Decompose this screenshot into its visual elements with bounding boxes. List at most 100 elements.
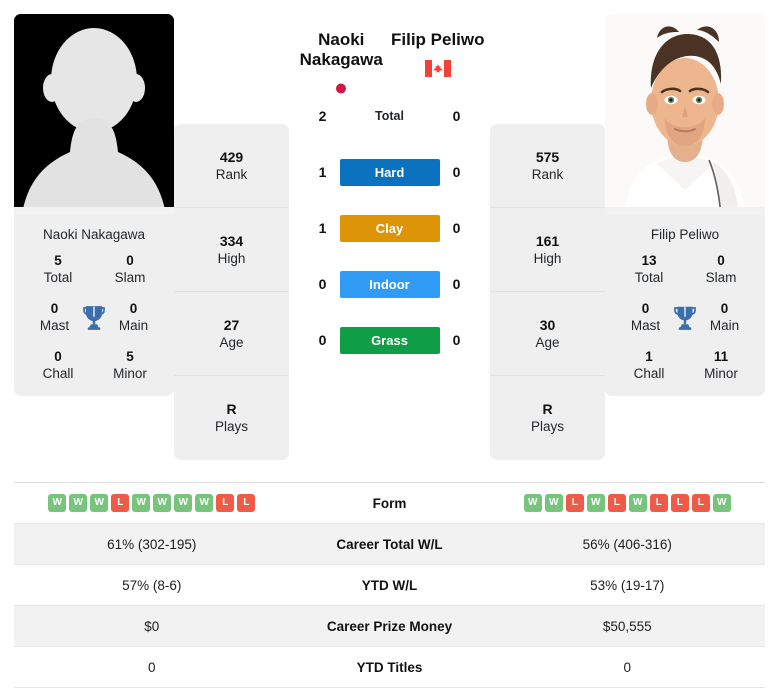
left-titles-total-label: Total — [43, 270, 73, 286]
left-titles-main: 0 Main — [109, 301, 158, 335]
right-titles-main-label: Main — [709, 317, 740, 333]
right-ytd-wl: 53% (19-17) — [590, 577, 665, 593]
h2h-indoor-right-score: 0 — [452, 276, 461, 292]
left-titles-minor-label: Minor — [113, 365, 147, 381]
right-player-name-block[interactable]: Filip Peliwo — [390, 14, 487, 82]
right-stat-age-value: 30 — [539, 316, 556, 333]
form-badge-w: W — [48, 494, 67, 512]
form-badge-w: W — [544, 494, 563, 512]
h2h-grass-left-score: 0 — [318, 332, 327, 348]
right-player-card[interactable]: Filip Peliwo 13 Total 0 Slam 0 Mast 0 Ma… — [605, 14, 765, 397]
right-ytd-titles: 0 — [623, 659, 631, 675]
left-stat-rank-value: 429 — [219, 148, 244, 165]
form-badge-l: L — [691, 494, 710, 512]
right-titles-grid: 13 Total 0 Slam 0 Mast 0 Main 1 Chall 11… — [605, 253, 765, 396]
left-player-photo-name: Naoki Nakagawa — [42, 227, 146, 242]
surface-pill-grass[interactable]: Grass — [339, 326, 440, 354]
left-titles-mast-label: Mast — [39, 317, 70, 333]
right-titles-chall: 1 Chall — [621, 349, 677, 383]
form-badge-l: L — [111, 494, 130, 512]
right-titles-total-value: 13 — [641, 253, 657, 269]
right-titles-total-label: Total — [634, 270, 664, 286]
form-badge-w: W — [523, 494, 542, 512]
table-label-ytd-titles: YTD Titles — [356, 659, 423, 675]
left-ytd-titles: 0 — [147, 659, 156, 675]
left-titles-total-value: 5 — [54, 253, 62, 269]
right-stat-plays: R Plays — [490, 376, 605, 460]
left-stat-rank-label: Rank — [215, 166, 248, 182]
right-titles-slam-value: 0 — [717, 253, 725, 269]
right-stat-rank-value: 575 — [535, 148, 560, 165]
left-stat-column: 429 Rank 334 High 27 Age R Plays — [174, 124, 289, 460]
left-ytd-wl: 57% (8-6) — [122, 577, 182, 593]
right-stat-high-label: High — [533, 250, 562, 266]
surface-pill-hard[interactable]: Hard — [339, 158, 440, 186]
left-titles-row-3: 0 Chall 5 Minor — [20, 349, 168, 383]
surface-pill-indoor[interactable]: Indoor — [339, 270, 440, 298]
canada-flag — [424, 60, 451, 82]
left-career-total-wl: 61% (302-195) — [107, 536, 197, 552]
left-titles-slam: 0 Slam — [102, 253, 158, 287]
table-label-career-prize-money: Career Prize Money — [326, 618, 453, 634]
h2h-clay-right-score: 0 — [452, 220, 461, 236]
left-stat-age-value: 27 — [223, 316, 240, 333]
form-badge-l: L — [216, 494, 235, 512]
right-titles-chall-value: 1 — [645, 348, 653, 364]
right-titles-main: 0 Main — [700, 301, 749, 335]
left-titles-row-1: 5 Total 0 Slam — [20, 253, 168, 287]
table-row-form: WWWLWWWWLL Form WWLWLWLLLW — [14, 483, 765, 524]
left-stat-plays-label: Plays — [214, 419, 248, 435]
table-row-ytd-titles: 0 YTD Titles 0 — [14, 647, 765, 688]
right-titles-slam-label: Slam — [705, 270, 737, 286]
form-badge-l: L — [670, 494, 689, 512]
left-titles-row-2: 0 Mast 0 Main — [20, 301, 168, 335]
left-stat-plays-value: R — [226, 401, 237, 418]
left-stat-rank: 429 Rank — [174, 124, 289, 208]
right-player-photo-name: Filip Peliwo — [650, 227, 720, 242]
comparison-table: WWWLWWWWLL Form WWLWLWLLLW 61% (302-195)… — [14, 482, 765, 688]
form-badge-w: W — [90, 494, 109, 512]
form-badge-w: W — [628, 494, 647, 512]
left-titles-slam-value: 0 — [126, 253, 134, 269]
right-stat-column: 575 Rank 161 High 30 Age R Plays — [490, 124, 605, 460]
comparison-top-area: Naoki Nakagawa 5 Total 0 Slam 0 Mast 0 M… — [0, 0, 779, 470]
left-titles-mast-value: 0 — [50, 300, 59, 316]
right-form-strip: WWLWLWLLLW — [523, 494, 731, 512]
h2h-row-grass: 0 Grass 0 — [293, 312, 486, 368]
surface-pill-clay[interactable]: Clay — [339, 214, 440, 242]
table-row-ytd-wl: 57% (8-6) YTD W/L 53% (19-17) — [14, 565, 765, 606]
left-stat-age-label: Age — [219, 334, 244, 350]
right-stat-high: 161 High — [490, 208, 605, 292]
right-stat-rank-label: Rank — [531, 166, 564, 182]
table-row-career-prize-money: $0 Career Prize Money $50,555 — [14, 606, 765, 647]
form-badge-l: L — [237, 494, 256, 512]
h2h-row-total: 2 Total 0 — [293, 88, 486, 144]
left-titles-chall-value: 0 — [54, 348, 62, 364]
h2h-clay-left-score: 1 — [318, 220, 327, 236]
right-titles-row-3: 1 Chall 11 Minor — [611, 349, 759, 383]
right-titles-mast-value: 0 — [641, 300, 650, 316]
right-career-total-wl: 56% (406-316) — [582, 536, 672, 552]
h2h-row-indoor: 0 Indoor 0 — [293, 256, 486, 312]
table-label-form: Form — [372, 495, 407, 511]
form-badge-w: W — [586, 494, 605, 512]
right-form-cell: WWLWLWLLLW — [490, 494, 766, 512]
left-form-cell: WWWLWWWWLL — [14, 494, 290, 512]
left-player-card[interactable]: Naoki Nakagawa 5 Total 0 Slam 0 Mast 0 M… — [14, 14, 174, 397]
h2h-indoor-left-score: 0 — [318, 276, 327, 292]
form-badge-w: W — [153, 494, 172, 512]
right-player-photo[interactable] — [605, 14, 765, 215]
form-badge-l: L — [565, 494, 584, 512]
left-stat-high-label: High — [217, 250, 246, 266]
left-titles-main-value: 0 — [129, 300, 138, 316]
right-titles-mast: 0 Mast — [621, 301, 670, 335]
right-career-prize-money: $50,555 — [602, 618, 652, 634]
h2h-grass-right-score: 0 — [452, 332, 461, 348]
form-badge-w: W — [132, 494, 151, 512]
h2h-hard-right-score: 0 — [452, 164, 461, 180]
table-label-career-total-wl: Career Total W/L — [336, 536, 443, 552]
right-titles-mast-label: Mast — [630, 317, 661, 333]
right-stat-high-value: 161 — [535, 232, 560, 249]
left-player-photo[interactable] — [14, 14, 174, 215]
right-stat-rank: 575 Rank — [490, 124, 605, 208]
